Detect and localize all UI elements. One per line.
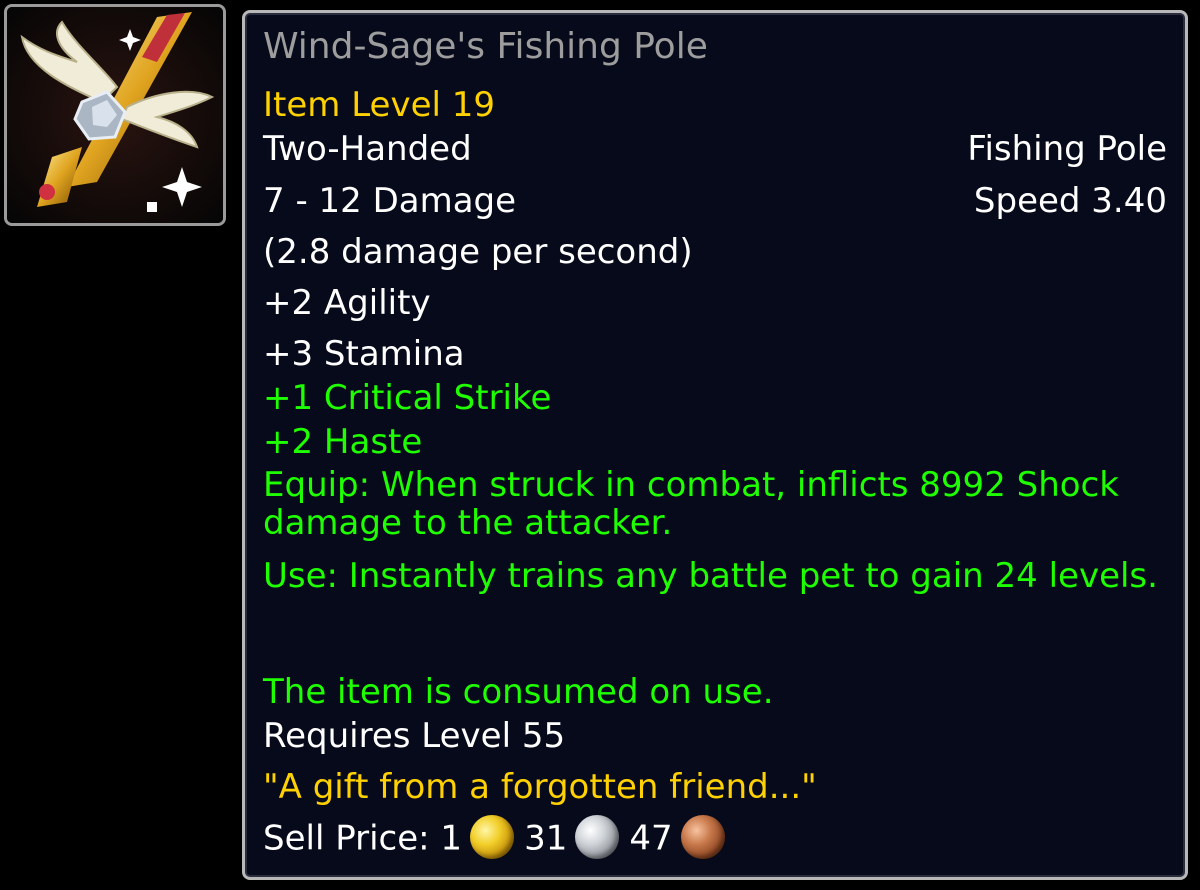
item-level: Item Level 19 [263,85,496,125]
stat-haste: +2 Haste [263,422,423,462]
item-tooltip: Wind-Sage's Fishing Pole Item Level 19 T… [242,10,1188,880]
gold-coin-icon [470,815,515,859]
copper-amount: 47 [629,818,673,859]
stat-agility: +2 Agility [263,283,431,323]
item-dps: (2.8 damage per second) [263,232,693,272]
item-type: Fishing Pole [967,129,1167,169]
item-damage: 7 - 12 Damage [263,181,517,221]
copper-coin-icon [680,815,725,859]
stat-critical-strike: +1 Critical Strike [263,378,552,418]
tooltip-screen: Wind-Sage's Fishing Pole Item Level 19 T… [0,0,1200,890]
item-slot: Two-Handed [263,129,472,169]
silver-amount: 31 [524,818,568,859]
winged-fishing-pole-icon [7,7,223,223]
sell-price: Sell Price: 1 31 47 [263,815,735,862]
damage-row: 7 - 12 Damage Speed 3.40 [263,181,1167,222]
consumed-note: The item is consumed on use. [263,672,774,712]
slot-row: Two-Handed Fishing Pole [263,129,1167,170]
flavor-text: "A gift from a forgotten friend..." [263,767,817,807]
sell-price-label: Sell Price: [263,818,430,859]
stat-stamina: +3 Stamina [263,334,465,374]
item-icon-slot[interactable] [4,4,226,226]
item-speed: Speed 3.40 [973,181,1167,221]
silver-coin-icon [575,815,620,859]
equip-effect: Equip: When struck in combat, inflicts 8… [263,465,1119,544]
level-requirement: Requires Level 55 [263,716,566,756]
gold-amount: 1 [440,818,463,859]
item-name: Wind-Sage's Fishing Pole [263,26,708,67]
use-effect: Use: Instantly trains any battle pet to … [263,556,1158,596]
